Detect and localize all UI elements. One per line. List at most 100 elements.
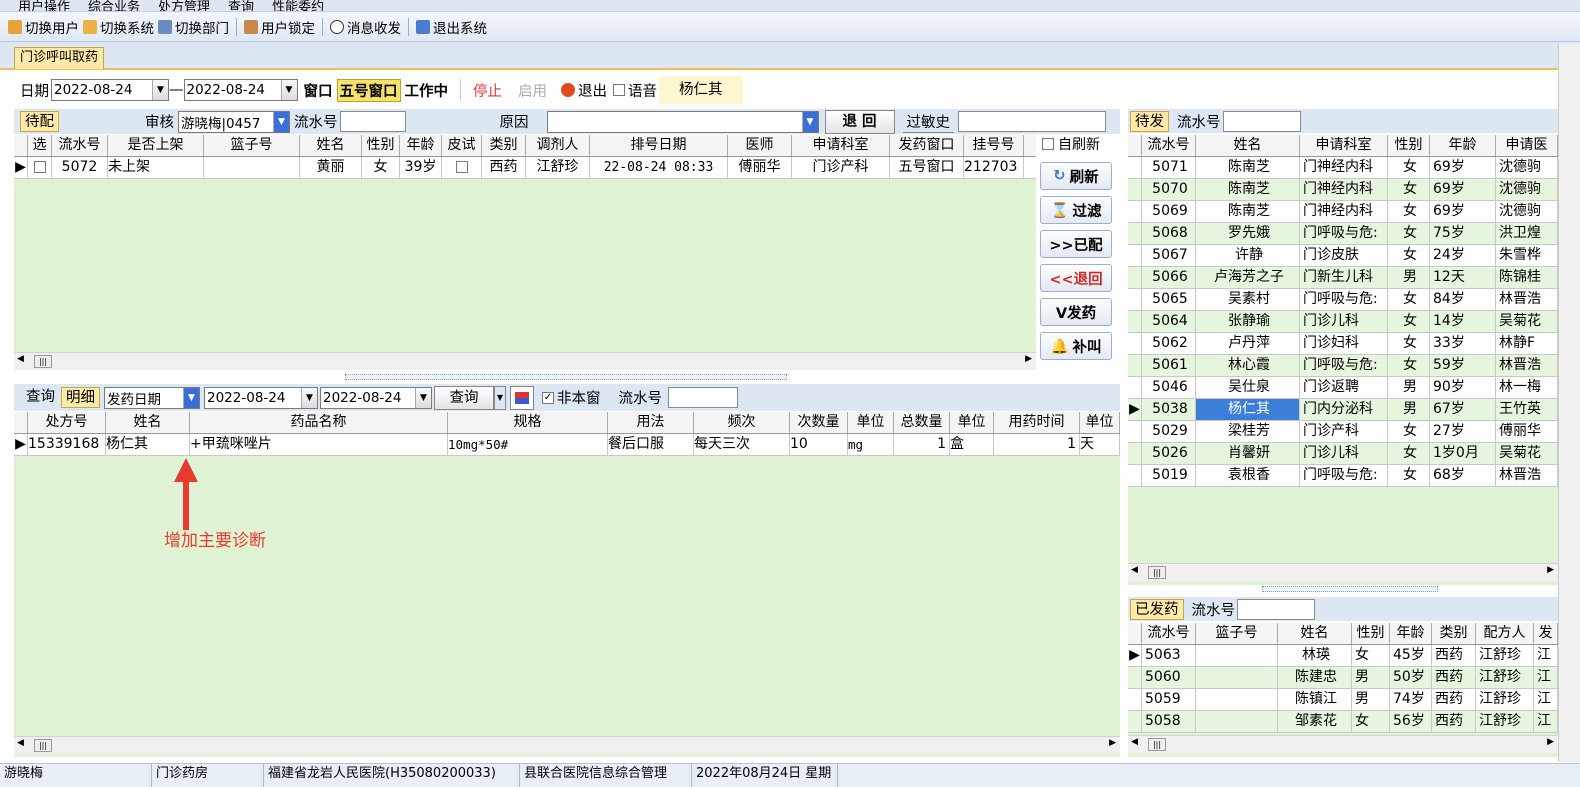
col-name[interactable]: 姓名 [106, 412, 190, 433]
col-doctor[interactable]: 医师 [728, 135, 792, 156]
table-row[interactable]: 5068 罗先娥 门呼吸与危: 女 75岁 洪卫煌 [1128, 223, 1558, 245]
allergy-field[interactable] [958, 111, 1106, 132]
print-button[interactable] [510, 385, 534, 410]
checkbox-checked-icon[interactable]: ✓ [542, 391, 554, 404]
scroll-right-icon[interactable]: ▶ [1109, 738, 1116, 748]
switch-user-button[interactable]: 切换用户 [6, 17, 81, 37]
chevron-down-icon[interactable]: ▼ [415, 387, 431, 408]
detail-hscrollbar[interactable]: ◀ ||| ▶ [14, 736, 1120, 754]
detail-serial-input[interactable] [668, 387, 738, 408]
scroll-left-icon[interactable]: ◀ [1131, 565, 1138, 575]
stop-button[interactable]: 停止 [473, 80, 502, 101]
col-pharmacist[interactable]: 调剂人 [526, 135, 590, 156]
col-serial[interactable]: 流水号 [52, 135, 108, 156]
table-row[interactable]: 5026 肖馨妍 门诊儿科女 1岁0月 吴菊花 [1128, 443, 1558, 465]
col-serial[interactable]: 流水号 [1142, 623, 1196, 644]
col-basket[interactable]: 篮子号 [1196, 623, 1278, 644]
table-row[interactable]: 5070 陈南芝 门神经内科女 69岁 沈德驹 [1128, 179, 1558, 201]
auditor-select[interactable]: 游晓梅|0457 ▼ [178, 110, 290, 133]
col-age[interactable]: 年龄 [400, 135, 442, 156]
col-skin-test[interactable]: 皮试 [442, 135, 482, 156]
col-total-unit[interactable]: 单位 [950, 412, 994, 433]
col-reg-no[interactable]: 挂号号 [964, 135, 1024, 156]
col-sex[interactable]: 性别 [1388, 135, 1430, 156]
table-row[interactable]: ▶ 15339168 杨仁其 +甲巯咪唑片 10mg*50# 餐后口服 每天三次… [14, 434, 1120, 456]
pending-hscrollbar[interactable]: ◀ ||| ▶ [14, 352, 1036, 370]
table-row[interactable]: 5071 陈南芝 门神经内科女 69岁 沈德驹 [1128, 157, 1558, 179]
filter-button[interactable]: ⌛ 过滤 [1040, 196, 1112, 224]
col-spec[interactable]: 规格 [448, 412, 608, 433]
col-name[interactable]: 姓名 [1278, 623, 1352, 644]
col-shelved[interactable]: 是否上架 [108, 135, 204, 156]
col-usage[interactable]: 用法 [608, 412, 694, 433]
scroll-thumb[interactable]: ||| [1148, 566, 1166, 579]
table-row[interactable]: ▶ 5063 林瑛女 45岁 西药 江舒珍江 [1128, 645, 1558, 667]
date-to-picker[interactable]: 2022-08-24 ▼ [183, 79, 298, 101]
messages-button[interactable]: 消息收发 [328, 17, 403, 37]
dispensed-serial-input[interactable] [1237, 598, 1315, 620]
row-checkbox[interactable] [33, 161, 46, 173]
waiting-hscrollbar[interactable]: ◀ ||| ▶ [1128, 563, 1558, 581]
switch-system-button[interactable]: 切换系统 [81, 17, 156, 37]
scroll-right-icon[interactable]: ▶ [1547, 565, 1554, 575]
scroll-right-icon[interactable]: ▶ [1547, 737, 1554, 747]
menu-query[interactable]: 查询 [228, 0, 254, 11]
col-category[interactable]: 类别 [482, 135, 526, 156]
auto-refresh-checkbox[interactable] [1042, 138, 1054, 150]
scroll-left-icon[interactable]: ◀ [1131, 737, 1138, 747]
col-dose[interactable]: 次数量 [790, 412, 848, 433]
serial-input[interactable] [339, 111, 406, 132]
dispensed-hscrollbar[interactable]: ◀ ||| ▶ [1128, 735, 1558, 753]
voice-checkbox[interactable] [613, 84, 625, 96]
scroll-right-icon[interactable]: ▶ [1025, 354, 1032, 364]
col-duration[interactable]: 用药时间 [994, 412, 1080, 433]
table-row[interactable]: 5066 卢海芳之子 门新生儿科男 12天 陈锦桂 [1128, 267, 1558, 289]
col-dept[interactable]: 申请科室 [1300, 135, 1388, 156]
col-dept[interactable]: 申请科室 [792, 135, 890, 156]
query-dropdown-icon[interactable]: ▼ [494, 385, 506, 410]
menu-user[interactable]: 用户操作 [18, 0, 70, 11]
chevron-down-icon[interactable]: ▼ [152, 80, 168, 100]
table-row[interactable]: 5065 吴素村 门呼吸与危: 女 84岁 林晋浩 [1128, 289, 1558, 311]
tab-pending[interactable]: 待配 [20, 111, 59, 132]
col-rx-no[interactable]: 处方号 [28, 412, 106, 433]
table-row[interactable]: 5060 陈建忠男 50岁 西药 江舒珍江 [1128, 667, 1558, 689]
table-row[interactable]: 5046 吴仕泉 门诊返聘男 90岁 林一梅 [1128, 377, 1558, 399]
dispense-button[interactable]: V发药 [1040, 298, 1112, 326]
table-row[interactable]: ▶ 5072 未上架 黄丽 女 39岁 西药 江舒珍 22-08-24 08:3… [14, 157, 1036, 179]
menu-perf[interactable]: 性能委约 [272, 0, 324, 11]
scroll-thumb[interactable]: ||| [34, 739, 52, 752]
scroll-thumb[interactable]: ||| [34, 355, 52, 368]
col-age[interactable]: 年龄 [1390, 623, 1432, 644]
chevron-down-icon[interactable]: ▼ [280, 80, 297, 100]
date-type-select[interactable]: 发药日期 ▼ [104, 386, 200, 409]
table-row[interactable]: 5029 梁桂芳 门诊产科女 27岁 傅丽华 [1128, 421, 1558, 443]
reason-select[interactable]: ▼ [546, 110, 819, 133]
window-value[interactable]: 五号窗口 [336, 78, 401, 102]
chevron-down-icon[interactable]: ▼ [273, 111, 289, 132]
table-row[interactable]: 5061 林心霞 门呼吸与危: 女 59岁 林晋浩 [1128, 355, 1558, 377]
exit-system-button[interactable]: 退出系统 [414, 17, 489, 37]
scroll-thumb[interactable]: ||| [1148, 738, 1166, 751]
tab-allergy-history[interactable]: 过敏史 [902, 111, 954, 133]
lock-user-button[interactable]: 用户锁定 [242, 17, 317, 37]
col-preparer[interactable]: 配方人 [1476, 623, 1534, 644]
page-vertical-scrollbar[interactable] [1558, 44, 1580, 762]
table-row[interactable]: 5064 张静瑜 门诊儿科女 14岁 吴菊花 [1128, 311, 1558, 333]
col-doctor[interactable]: 申请医 [1496, 135, 1558, 156]
detail-date-from[interactable]: 2022-08-24 ▼ [204, 386, 318, 409]
tab-outpatient-dispense[interactable]: 门诊呼叫取药 [14, 47, 105, 69]
menu-business[interactable]: 综合业务 [88, 0, 140, 11]
tab-query[interactable]: 查询 [22, 387, 59, 408]
table-row[interactable]: 5069 陈南芝 门神经内科女 69岁 沈德驹 [1128, 201, 1558, 223]
scroll-left-icon[interactable]: ◀ [17, 738, 24, 748]
col-duration-unit[interactable]: 单位 [1080, 412, 1120, 433]
col-name[interactable]: 姓名 [1196, 135, 1300, 156]
col-category[interactable]: 类别 [1432, 623, 1476, 644]
recall-button[interactable]: 🔔 补叫 [1040, 332, 1112, 360]
table-row[interactable]: ▶ 5038 杨仁其 门内分泌科男 67岁 王竹英 [1128, 399, 1558, 421]
date-from-picker[interactable]: 2022-08-24 ▼ [51, 79, 169, 101]
tab-detail[interactable]: 明细 [61, 387, 100, 408]
col-sex[interactable]: 性别 [362, 135, 400, 156]
skin-test-checkbox[interactable] [455, 161, 468, 173]
